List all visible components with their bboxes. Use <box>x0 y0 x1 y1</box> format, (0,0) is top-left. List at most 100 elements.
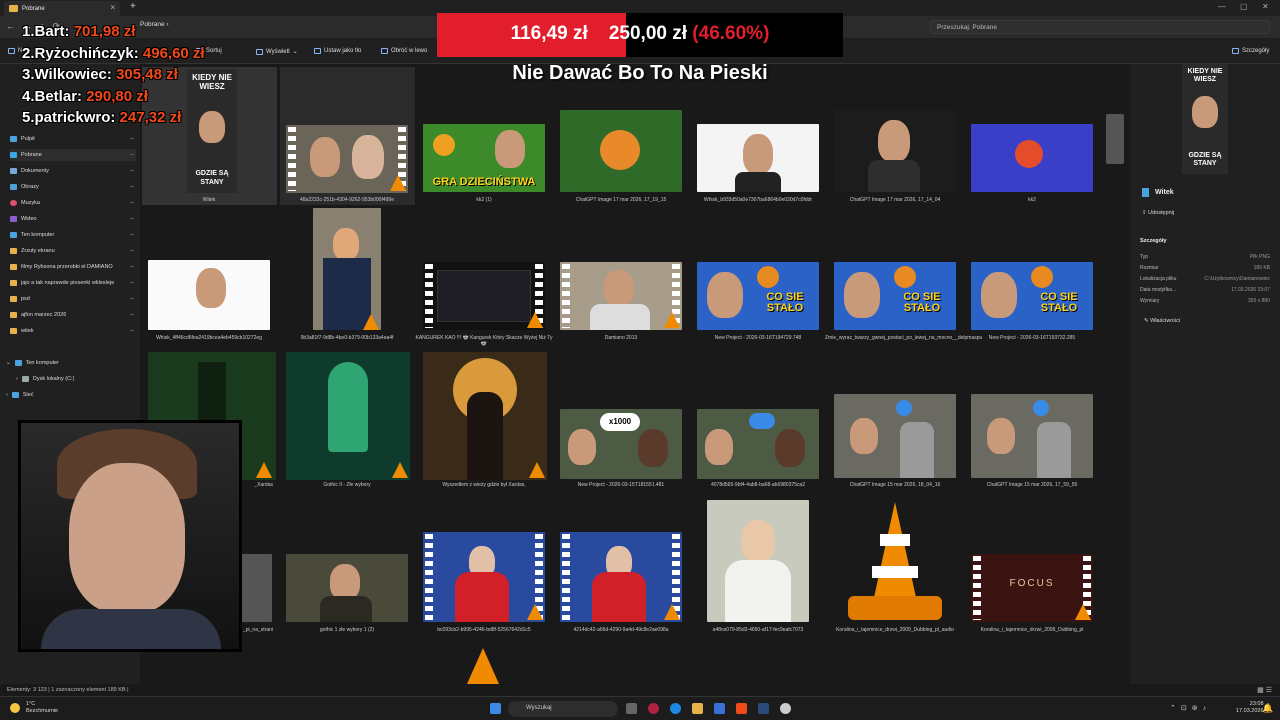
file-name: 4078d565-9bf4-4ab8-ba68-ab6980375ca2 <box>711 482 805 488</box>
clock[interactable]: 23:08 17.03.2026 <box>1236 701 1264 715</box>
start-icon[interactable] <box>490 703 501 714</box>
pin-icon: ⊸ <box>129 152 134 158</box>
tree-item-dysk-c[interactable]: › Dysk lokalny (C:) <box>16 373 142 385</box>
sidebar-item-filmy[interactable]: filmy Rybsona przerobki el DAMIANO ⊸ <box>10 261 136 273</box>
file-thumbnail <box>707 500 809 622</box>
details-pane: KIEDY NIE WIESZ GDZIE SĄ STANY Witek ⇪ U… <box>1130 64 1280 684</box>
file-tile[interactable]: 4078d565-9bf4-4ab8-ba68-ab6980375ca2 <box>691 405 826 492</box>
file-tile[interactable]: Gothic II - Złe wybory <box>280 352 415 492</box>
file-tile[interactable]: 4214dc42-a66d-4290-9a4d-49c8e2ae098a <box>554 530 689 640</box>
sidebar-item-muzyka[interactable]: Muzyka ⊸ <box>10 197 136 209</box>
file-tile[interactable]: ChatGPT Image 15 mar 2026, 18_04_16 <box>828 394 963 492</box>
file-name: Koralina_i_tajemnice_drzwi_2009_Dubbing_… <box>836 627 954 633</box>
thumb-caption: GDZIE SĄ STANY <box>1188 152 1222 167</box>
weather-widget[interactable]: 1°C Bezchmurnie <box>10 701 90 715</box>
set-background-button[interactable]: Ustaw jako tło <box>314 48 361 54</box>
close-window-button[interactable]: ✕ <box>1262 2 1269 11</box>
file-name: kk2 (1) <box>476 197 492 203</box>
file-tile[interactable]: Whisk_b933d50a0e7307ba6864b0e030d7c0fddr <box>691 120 826 205</box>
sidebar-item-dokumenty[interactable]: Dokumenty ⊸ <box>10 165 136 177</box>
file-tile[interactable]: Koralina_i_tajemnice_drzwi_2009_Dubbing_… <box>828 500 963 650</box>
details-toggle[interactable]: Szczegóły <box>1232 48 1269 54</box>
rotate-left-button[interactable]: Obróć w lewo <box>381 48 427 54</box>
app-icon[interactable] <box>648 703 659 714</box>
file-name: Whisk_4ff46cd6fea2419bcea4eb459cb10272eg <box>156 335 262 341</box>
view-button[interactable]: Wyświetl ⌄ <box>256 48 298 55</box>
file-tile[interactable]: ChatGPT Image 15 mar 2026, 17_59_55 <box>965 394 1100 492</box>
close-icon[interactable]: × <box>110 3 115 12</box>
scrollbar-thumb[interactable] <box>1106 114 1124 164</box>
file-thumbnail <box>313 208 381 330</box>
goal-target: 250,00 zł <box>608 23 688 44</box>
sidebar-item-witek[interactable]: witek ⊸ <box>10 325 136 337</box>
file-tile[interactable]: GRA DZIECIŃSTWA kk2 (1) <box>417 120 552 205</box>
file-tile[interactable]: 9b3a81f7-9d8b-4be0-b379-00b133a4ea4f <box>280 208 415 344</box>
brave-icon[interactable] <box>736 703 747 714</box>
file-tile[interactable]: CO SIE STAŁO New Project - 2026-03-16T19… <box>965 260 1100 344</box>
file-tile[interactable]: CO SIE STAŁO Zmie_wyraz_twarzy_gwnej_pos… <box>825 260 982 350</box>
notification-bell-icon[interactable]: 🔔 <box>1262 703 1273 714</box>
file-thumbnail <box>148 260 270 330</box>
file-tile[interactable]: x1000 New Project - 2026-03-15T181551.48… <box>554 405 689 492</box>
thumb-caption: CO SIE STAŁO <box>903 291 941 314</box>
file-tile[interactable]: gothic 1 złe wybory 1 (2) <box>280 552 415 640</box>
sidebar-item-psd[interactable]: psd ⊸ <box>10 293 136 305</box>
file-tile[interactable]: Damiano 2013 <box>554 260 689 344</box>
donation-goal-bar: 116,49 zł 250,00 zł (46.60%) <box>437 13 843 57</box>
file-tile[interactable]: bc093cb2-b995-4246-bd8f-52567642d1c5 <box>417 530 552 640</box>
tray-icons[interactable]: ⌃⊡⊛♪ <box>1170 704 1211 712</box>
leaderboard-entry: 5.patrickwro: 247,32 zł <box>22 109 182 126</box>
obs-icon[interactable] <box>780 703 791 714</box>
file-thumbnail <box>423 352 547 480</box>
sidebar-item-obrazy[interactable]: Obrazy ⊸ <box>10 181 136 193</box>
sidebar-item-zrzuty[interactable]: Zrzuty ekranu ⊸ <box>10 245 136 257</box>
properties-button[interactable]: ✎ Właściwości <box>1144 318 1180 324</box>
edge-icon[interactable] <box>670 703 681 714</box>
view-toggle-icons[interactable]: ▦ ☰ <box>1257 686 1272 694</box>
task-view-icon[interactable] <box>626 703 637 714</box>
new-tab-button[interactable]: + <box>130 1 136 12</box>
sidebar-item-pulpit[interactable]: Pulpit ⊸ <box>10 133 136 145</box>
search-input[interactable]: Przeszukaj: Pobrane <box>930 20 1270 34</box>
file-tile[interactable]: CO SIE STAŁO New Project - 2026-03-16T19… <box>691 260 826 344</box>
file-tile[interactable]: Whisk_4ff46cd6fea2419bcea4eb459cb10272eg <box>142 256 277 344</box>
file-name: KANGUREK KAO !!! 🐨 Kangurek Który Skacze… <box>415 335 553 347</box>
steam-icon[interactable] <box>758 703 769 714</box>
file-tile[interactable]: kk2 <box>965 120 1100 205</box>
pin-icon: ⊸ <box>129 232 134 238</box>
tree-item-ten-komputer[interactable]: ⌄ Ten komputer <box>6 357 132 369</box>
share-button[interactable]: ⇪ Udostępnij <box>1142 210 1174 216</box>
tree-item-siec[interactable]: › Sieć <box>6 389 132 401</box>
view-icon <box>256 48 263 55</box>
details-row: Lokalizacja pliku C:\Użytkownicy\Damianow… <box>1140 276 1270 282</box>
pin-icon: ⊸ <box>129 216 134 222</box>
file-tile[interactable]: Wyszedłem z wieży gdzie był Xardas, <box>417 352 552 492</box>
back-icon[interactable]: ← <box>6 21 15 32</box>
music-icon <box>10 200 17 206</box>
sidebar-item-ten-komputer[interactable]: Ten komputer ⊸ <box>10 229 136 241</box>
taskbar-search[interactable]: Wyszukaj <box>508 701 618 717</box>
notepad-icon[interactable] <box>714 703 725 714</box>
file-tile[interactable]: 48a2233c-251b-4304-9262-953b000f499e <box>280 67 415 205</box>
sidebar-item-wideo[interactable]: Wideo ⊸ <box>10 213 136 225</box>
file-tile[interactable]: KANGUREK KAO !!! 🐨 Kangurek Który Skacze… <box>415 260 553 350</box>
file-thumbnail <box>971 394 1093 478</box>
pin-icon: ⊸ <box>129 200 134 206</box>
folder-icon <box>10 280 17 286</box>
file-tile[interactable]: ChatGPT Image 17 mar 2026, 17_14_04 <box>828 110 963 205</box>
sidebar-item-pobrane[interactable]: Pobrane ⊸ <box>10 149 136 161</box>
thumb-caption: FOCUS <box>1009 578 1055 589</box>
sidebar-item-ajfon[interactable]: ajfon marzec 2026 ⊸ <box>10 309 136 321</box>
file-name: ChatGPT Image 17 mar 2026, 17_19_15 <box>575 197 667 203</box>
file-tile[interactable]: FOCUS Koralina_i_tajemnice_drzwi_2009_Du… <box>965 552 1100 640</box>
drive-icon <box>21 376 29 382</box>
sidebar-item-jajo[interactable]: jajo a tak naprawde piosenki wklesleje ⊸ <box>10 277 136 289</box>
minimize-button[interactable]: — <box>1218 2 1226 11</box>
selection-info: 1 zaznaczony element 189 KB <box>51 687 126 693</box>
tab-pobrane[interactable]: Pobrane × <box>4 1 120 16</box>
explorer-icon[interactable] <box>692 703 703 714</box>
maximize-button[interactable]: ▢ <box>1240 2 1248 11</box>
file-tile[interactable]: ChatGPT Image 17 mar 2026, 17_19_15 <box>554 110 689 205</box>
file-tile[interactable]: a48ce079-85d3-4650-af17-fec9eafc7073 <box>691 500 826 640</box>
thumb-caption: CO SIE STAŁO <box>1040 291 1078 314</box>
